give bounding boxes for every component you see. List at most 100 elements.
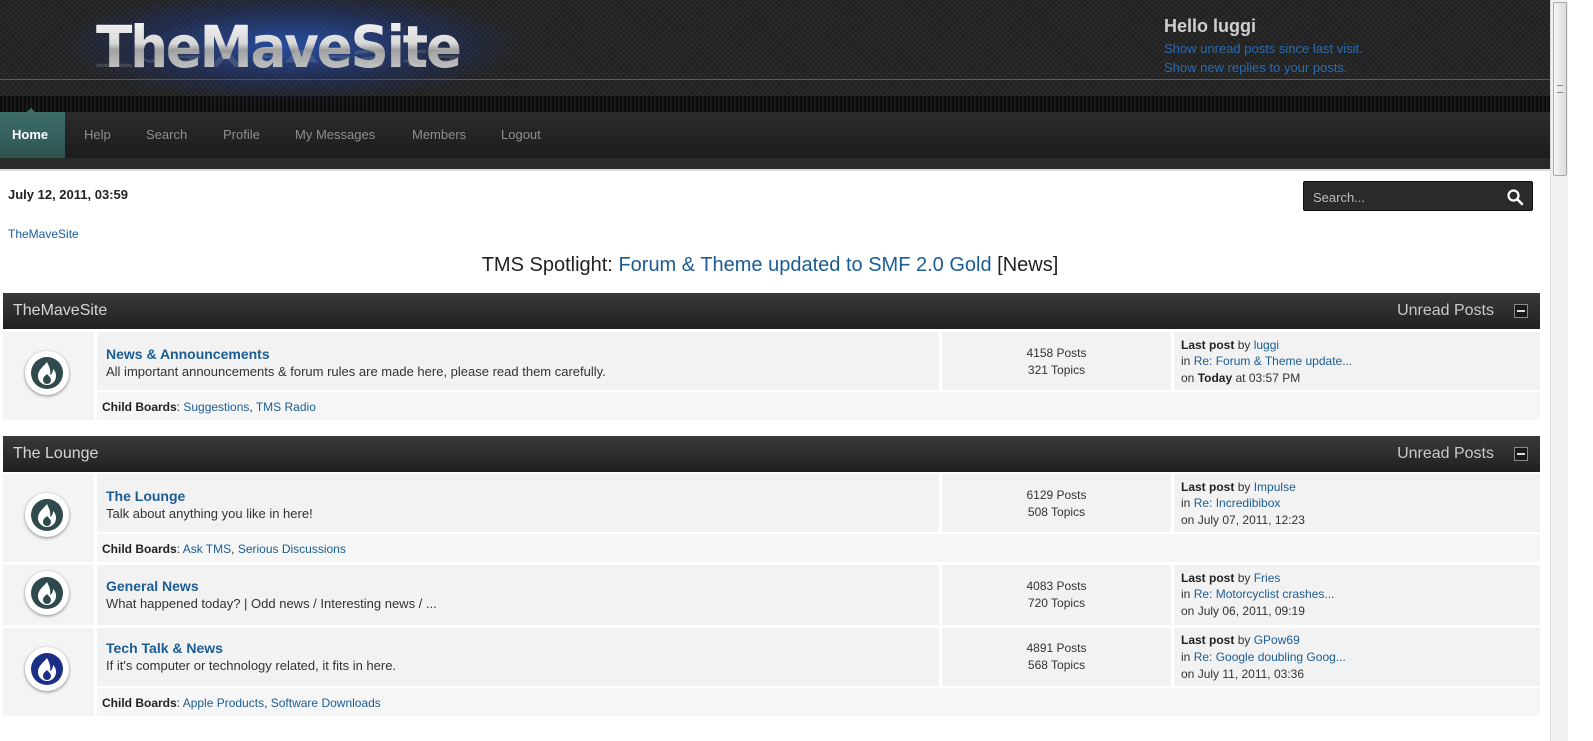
post-count: 4891 Posts (1026, 641, 1087, 655)
scrollbar-thumb[interactable] (1553, 2, 1567, 176)
child-boards-row: Child Boards: Ask TMS, Serious Discussio… (97, 534, 1540, 562)
collapse-icon[interactable] (1514, 447, 1528, 461)
last-post-label: Last post (1181, 480, 1235, 494)
category-header: TheMaveSite Unread Posts (3, 293, 1540, 329)
board-row: News & Announcements All important annou… (3, 332, 1540, 420)
nav-my-messages[interactable]: My Messages (283, 112, 387, 158)
nav-search[interactable]: Search (134, 112, 199, 158)
board-info: The Lounge Talk about anything you like … (97, 474, 939, 532)
unread-posts-link[interactable]: Unread Posts (1397, 302, 1494, 320)
on-label: on (1181, 667, 1195, 681)
last-post-user[interactable]: GPow69 (1254, 633, 1300, 647)
last-post-label: Last post (1181, 633, 1235, 647)
by-label: by (1237, 338, 1251, 352)
unread-posts-link[interactable]: Show unread posts since last visit. (1164, 41, 1363, 56)
board-row: The Lounge Talk about anything you like … (3, 474, 1540, 562)
board-icon-cell (3, 332, 94, 420)
board-flame-icon-new[interactable] (25, 647, 69, 691)
last-post-topic[interactable]: Re: Incredibibox (1194, 496, 1281, 510)
board-icon-cell (3, 565, 94, 625)
search-input[interactable] (1311, 187, 1500, 207)
spotlight-prefix: TMS Spotlight: (481, 254, 613, 276)
board-info: General News What happened today? | Odd … (97, 565, 939, 625)
site-logo-reflection: TheMaveSite (96, 44, 460, 72)
current-date: July 12, 2011, 03:59 (8, 187, 128, 202)
unread-posts-link[interactable]: Unread Posts (1397, 445, 1494, 463)
board-name[interactable]: News & Announcements (106, 346, 270, 362)
nav-logout[interactable]: Logout (489, 112, 553, 158)
on-label: on (1181, 371, 1195, 385)
on-label: on (1181, 513, 1195, 527)
board-info: Tech Talk & News If it's computer or tec… (97, 628, 939, 686)
spotlight-tag: [News] (997, 254, 1059, 276)
breadcrumb[interactable]: TheMaveSite (8, 227, 79, 241)
nav-help[interactable]: Help (72, 112, 123, 158)
post-count: 4158 Posts (1026, 346, 1087, 360)
in-label: in (1181, 496, 1191, 510)
last-post-label: Last post (1181, 338, 1235, 352)
last-post-user[interactable]: Fries (1254, 571, 1281, 585)
last-post-date: July 11, 2011, 03:36 (1197, 667, 1305, 681)
board-name[interactable]: General News (106, 578, 199, 594)
board-flame-icon[interactable] (25, 571, 69, 615)
child-boards-label: Child Boards (102, 542, 177, 556)
child-board-link[interactable]: Ask TMS (183, 542, 231, 556)
child-board-link[interactable]: Serious Discussions (238, 542, 346, 556)
board-name[interactable]: The Lounge (106, 488, 185, 504)
board-icon-cell (3, 474, 94, 562)
last-post-time: at 03:57 PM (1235, 371, 1301, 385)
last-post-user[interactable]: luggi (1254, 338, 1279, 352)
board-description: All important announcements & forum rule… (106, 364, 606, 379)
child-board-link[interactable]: Suggestions (183, 400, 249, 414)
last-post-topic[interactable]: Re: Google doubling Goog... (1194, 650, 1346, 664)
on-label: on (1181, 604, 1195, 618)
child-boards-label: Child Boards (102, 400, 177, 414)
topic-count: 321 Topics (1027, 363, 1086, 377)
board-description: If it's computer or technology related, … (106, 658, 397, 673)
board-stats: 4891 Posts 568 Topics (942, 628, 1171, 686)
board-row: Tech Talk & News If it's computer or tec… (3, 628, 1540, 716)
spotlight: TMS Spotlight: Forum & Theme updated to … (0, 254, 1540, 277)
by-label: by (1237, 480, 1251, 494)
spotlight-link[interactable]: Forum & Theme updated to SMF 2.0 Gold (618, 254, 991, 276)
board-stats: 6129 Posts 508 Topics (942, 474, 1171, 532)
child-board-link[interactable]: Apple Products (183, 696, 264, 710)
collapse-icon[interactable] (1514, 304, 1528, 318)
child-boards-row: Child Boards: Apple Products, Software D… (97, 688, 1540, 716)
child-boards-label: Child Boards (102, 696, 177, 710)
last-post-topic[interactable]: Re: Motorcyclist crashes... (1194, 587, 1335, 601)
last-post-date-bold: Today (1197, 371, 1233, 385)
in-label: in (1181, 650, 1191, 664)
last-post-user[interactable]: Impulse (1254, 480, 1296, 494)
board-flame-icon[interactable] (25, 351, 69, 395)
topic-count: 568 Topics (1027, 658, 1086, 672)
nav-profile[interactable]: Profile (211, 112, 272, 158)
last-post: Last post by Impulse in Re: Incredibibox… (1174, 474, 1540, 532)
board-flame-icon[interactable] (25, 493, 69, 537)
search-icon[interactable] (1506, 188, 1524, 206)
board-icon-cell (3, 628, 94, 716)
category-title[interactable]: The Lounge (13, 445, 98, 463)
new-replies-link[interactable]: Show new replies to your posts. (1164, 60, 1363, 75)
by-label: by (1237, 571, 1251, 585)
board-stats: 4083 Posts 720 Topics (942, 565, 1171, 625)
post-count: 4083 Posts (1026, 579, 1087, 593)
nav-home[interactable]: Home (0, 108, 65, 158)
category-title[interactable]: TheMaveSite (13, 302, 107, 320)
board-info: News & Announcements All important annou… (97, 332, 939, 390)
child-board-link[interactable]: Software Downloads (271, 696, 381, 710)
post-count: 6129 Posts (1026, 488, 1087, 502)
last-post-topic[interactable]: Re: Forum & Theme update... (1194, 354, 1353, 368)
in-label: in (1181, 587, 1191, 601)
last-post: Last post by luggi in Re: Forum & Theme … (1174, 332, 1540, 390)
nav-members[interactable]: Members (400, 112, 478, 158)
category-header: The Lounge Unread Posts (3, 436, 1540, 472)
board-name[interactable]: Tech Talk & News (106, 640, 223, 656)
in-label: in (1181, 354, 1191, 368)
board-description: What happened today? | Odd news / Intere… (106, 596, 437, 611)
last-post-date: July 07, 2011, 12:23 (1197, 513, 1305, 527)
vertical-scrollbar[interactable] (1550, 0, 1568, 741)
board-description: Talk about anything you like in here! (106, 506, 313, 521)
child-board-link[interactable]: TMS Radio (256, 400, 316, 414)
last-post-label: Last post (1181, 571, 1235, 585)
